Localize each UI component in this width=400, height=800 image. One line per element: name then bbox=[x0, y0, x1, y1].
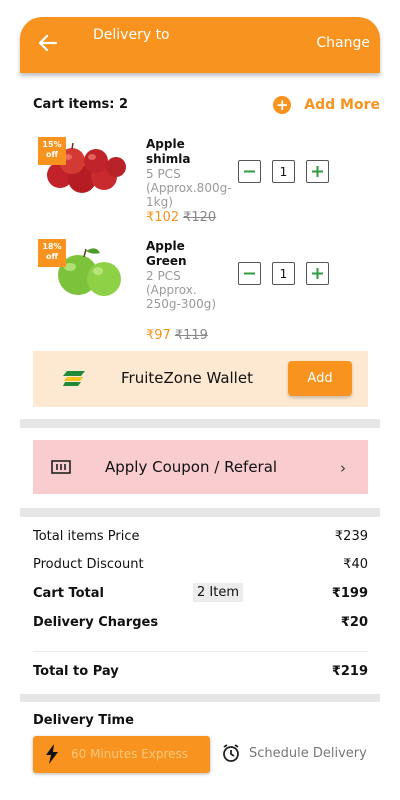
cart-total-row: Cart Total 2 Item ₹199 bbox=[33, 583, 368, 602]
summary-separator bbox=[33, 651, 368, 652]
schedule-delivery-label: Schedule Delivery bbox=[249, 745, 367, 761]
minus-icon bbox=[244, 170, 255, 173]
quantity-value[interactable]: 1 bbox=[272, 262, 295, 285]
minus-icon bbox=[244, 272, 255, 275]
plus-icon bbox=[312, 166, 323, 177]
express-delivery-label: 60 Minutes Express bbox=[71, 747, 188, 761]
wallet-logo-icon bbox=[63, 371, 85, 386]
wallet-label: FruiteZone Wallet bbox=[121, 369, 253, 387]
discount-badge: 15% off bbox=[38, 137, 66, 165]
item-name: Apple Green bbox=[146, 239, 187, 268]
apply-coupon-label: Apply Coupon / Referal bbox=[105, 458, 278, 476]
increase-button[interactable] bbox=[306, 160, 329, 183]
item-price: ₹97 ₹119 bbox=[146, 328, 208, 343]
delivery-time-title: Delivery Time bbox=[33, 713, 134, 728]
section-divider bbox=[20, 508, 380, 517]
item-description: 2 PCS (Approx. 250g-300g) bbox=[146, 269, 217, 311]
alarm-clock-icon bbox=[223, 744, 239, 762]
express-delivery-option[interactable]: 60 Minutes Express bbox=[33, 736, 210, 773]
decrease-button[interactable] bbox=[238, 262, 261, 285]
wallet-card: FruiteZone Wallet Add bbox=[33, 351, 368, 407]
cart-items-count: Cart items: 2 bbox=[33, 97, 129, 112]
discount-badge: 18% off bbox=[38, 239, 66, 267]
change-address-link[interactable]: Change bbox=[316, 35, 370, 51]
total-items-row: Total items Price ₹239 bbox=[33, 529, 368, 544]
back-arrow-icon[interactable] bbox=[38, 33, 58, 53]
item-price: ₹102 ₹120 bbox=[146, 210, 217, 225]
decrease-button[interactable] bbox=[238, 160, 261, 183]
item-mrp: ₹119 bbox=[174, 328, 208, 343]
cart-item: 18% off Apple Green 2 PCS (Approx. 250g-3… bbox=[38, 239, 378, 344]
quantity-stepper: 1 bbox=[238, 160, 329, 183]
quantity-value[interactable]: 1 bbox=[272, 160, 295, 183]
plus-circle-icon: + bbox=[273, 96, 292, 114]
coupon-icon bbox=[51, 460, 71, 474]
item-mrp: ₹120 bbox=[183, 210, 217, 225]
plus-icon bbox=[312, 268, 323, 279]
schedule-delivery-option[interactable]: Schedule Delivery bbox=[221, 743, 367, 763]
add-more-label: Add More bbox=[304, 97, 380, 113]
total-to-pay-row: Total to Pay ₹219 bbox=[33, 664, 368, 679]
section-divider bbox=[20, 419, 380, 428]
delivery-charges-row: Delivery Charges ₹20 bbox=[33, 615, 368, 630]
delivery-header: Delivery to Change bbox=[20, 17, 380, 73]
cart-item: 15% off Apple shimla 5 PCS (Approx.800g-1… bbox=[38, 137, 378, 227]
cart-item-count-badge: 2 Item bbox=[193, 583, 243, 602]
item-description: 5 PCS (Approx.800g-1kg) bbox=[146, 167, 232, 209]
add-more-button[interactable]: + Add More bbox=[273, 96, 380, 114]
lightning-icon bbox=[46, 744, 58, 764]
increase-button[interactable] bbox=[306, 262, 329, 285]
quantity-stepper: 1 bbox=[238, 262, 329, 285]
wallet-add-button[interactable]: Add bbox=[288, 361, 352, 396]
section-divider bbox=[20, 694, 380, 702]
item-name: Apple shimla bbox=[146, 137, 191, 166]
apply-coupon-button[interactable]: Apply Coupon / Referal › bbox=[33, 440, 368, 494]
delivery-to-title: Delivery to bbox=[93, 27, 170, 43]
discount-row: Product Discount ₹40 bbox=[33, 557, 368, 572]
chevron-right-icon: › bbox=[340, 459, 346, 477]
